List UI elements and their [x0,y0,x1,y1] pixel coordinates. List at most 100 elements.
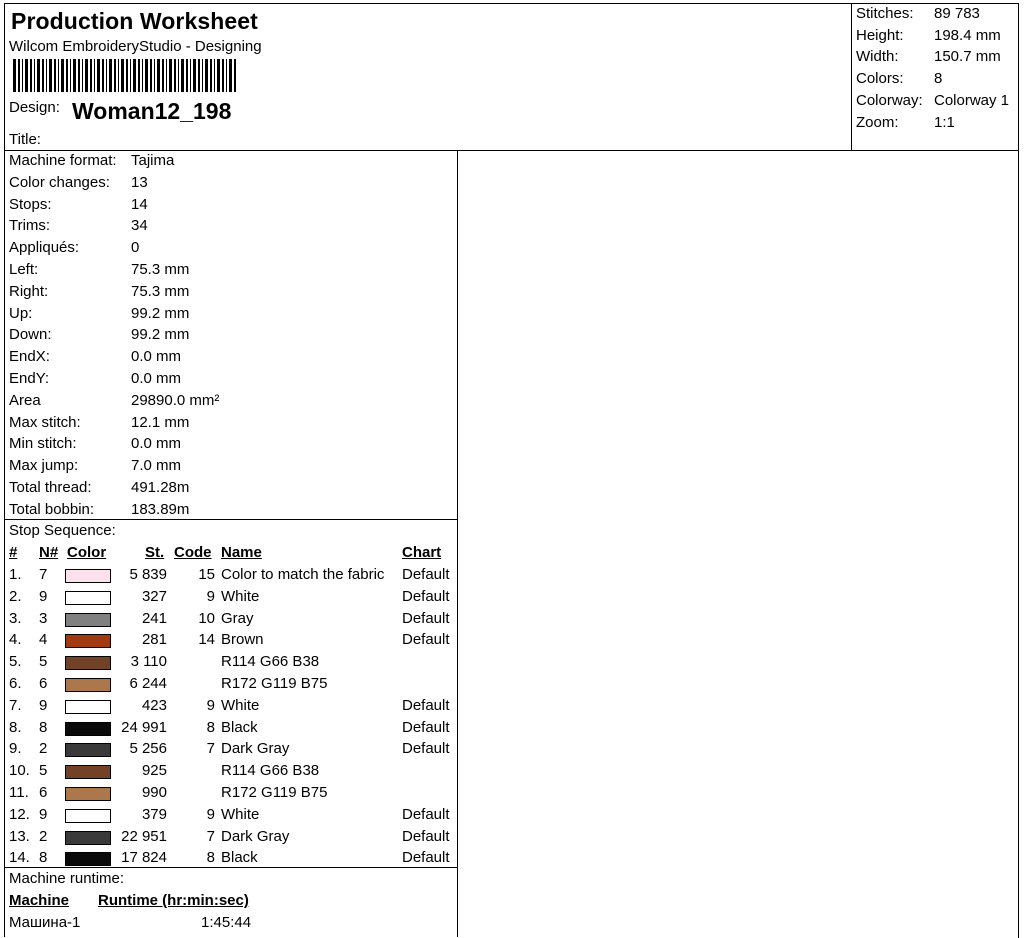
detail-value: Tajima [131,152,175,169]
table-row: 2. 9 327 9 White Default [5,588,459,610]
summary-label: Stitches: [856,5,914,22]
table-row: 4. 4 281 14 Brown Default [5,631,459,653]
row-needle: 5 [39,762,48,780]
summary-label: Height: [856,26,904,44]
row-stitches: 17 824 [121,849,167,867]
detail-label: Min stitch: [9,435,77,453]
design-summary: Stitches: 89 783 Height: 198.4 mm Width: 150.… [851,3,1019,151]
col-header-chart: Chart [402,544,442,561]
table-row: 5. 5 3 110 R114 G66 B38 [5,653,459,675]
col-header-needle: N# [39,544,59,561]
row-name: White [221,587,260,605]
row-stitches: 24 991 [121,718,167,736]
detail-label: EndX: [9,348,50,366]
row-name: Gray [221,609,254,627]
row-needle: 4 [39,631,48,649]
row-stitches: 423 [141,696,167,714]
row-needle: 7 [39,566,48,583]
row-number: 13. [9,827,30,845]
color-swatch [65,699,111,714]
table-row: 6. 6 6 244 R172 G119 B75 [5,675,459,697]
row-stitches: 990 [141,784,167,801]
row-needle: 2 [39,827,48,845]
row-stitches: 925 [141,762,167,780]
row-stitches: 5 256 [129,740,167,758]
machine-details: Machine format: Tajima Color changes: 13 Sto… [4,150,458,520]
row-needle: 5 [39,653,48,671]
row-code: 15 [198,566,215,583]
row-number: 3. [9,609,22,627]
detail-value: 7.0 mm [131,457,182,475]
design-name: Woman12_198 [72,98,232,124]
summary-label: Width: [856,48,899,66]
row-number: 5. [9,653,22,671]
detail-label: Max stitch: [9,413,81,431]
summary-value: 8 [934,70,943,88]
row-number: 1. [9,566,22,583]
machine-runtime: Machine runtime: Machine Runtime (hr:min… [4,867,458,937]
row-code: 9 [206,587,215,605]
barcode-image [13,59,236,92]
row-chart: Default [402,631,450,649]
worksheet-title: Production Worksheet [11,8,258,34]
stop-sequence-title: Stop Sequence: [9,522,116,539]
col-header-stitches: St. [145,544,165,561]
table-row: 13. 2 22 951 7 Dark Gray Default [5,828,459,850]
row-chart: Default [402,740,450,758]
row-needle: 6 [39,675,48,692]
design-label: Design: [9,99,60,116]
row-chart: Default [402,587,450,605]
detail-value: 29890.0 mm² [131,391,220,409]
table-row: 3. 3 241 10 Gray Default [5,610,459,632]
row-needle: 2 [39,740,48,758]
row-needle: 9 [39,696,48,714]
color-swatch [65,765,111,780]
row-chart: Default [402,827,450,845]
row-needle: 8 [39,718,48,736]
runtime-value: 1:45:44 [201,914,252,931]
detail-value: 491.28m [131,479,190,496]
row-number: 9. [9,740,22,758]
row-stitches: 3 110 [130,653,167,671]
runtime-label: Machine runtime: [9,870,125,887]
row-needle: 6 [39,784,48,801]
row-chart: Default [402,849,450,867]
summary-value: 150.7 mm [934,48,1001,66]
row-chart: Default [402,566,450,583]
color-swatch [65,852,111,867]
detail-value: 0 [131,239,140,257]
detail-value: 13 [131,173,148,191]
row-name: Brown [221,631,264,649]
row-number: 10. [9,762,30,780]
detail-value: 99.2 mm [131,304,190,322]
row-chart: Default [402,609,450,627]
row-name: White [221,805,260,823]
summary-value: 89 783 [934,5,980,22]
design-preview-area [457,150,1019,938]
color-swatch [65,787,111,801]
row-chart: Default [402,805,450,823]
summary-value: 198.4 mm [934,26,1001,44]
color-swatch [65,830,111,845]
detail-value: 14 [131,195,148,213]
table-row: 1. 7 5 839 15 Color to match the fabric Defau… [5,566,459,588]
col-header-machine: Machine [9,892,70,909]
detail-value: 34 [131,217,148,235]
worksheet-header: Production Worksheet Wilcom EmbroiderySt… [4,3,852,151]
detail-value: 0.0 mm [131,348,182,366]
row-number: 7. [9,696,22,714]
row-code: 8 [206,849,215,867]
row-code: 14 [198,631,215,649]
detail-label: Trims: [9,217,51,235]
row-stitches: 281 [141,631,167,649]
row-chart: Default [402,718,450,736]
detail-label: Left: [9,261,39,278]
table-row: 10. 5 925 R114 G66 B38 [5,762,459,784]
row-number: 4. [9,631,22,649]
row-stitches: 241 [141,609,167,627]
row-chart: Default [402,696,450,714]
table-row: 12. 9 379 9 White Default [5,806,459,828]
col-header-code: Code [174,544,212,561]
row-number: 11. [9,784,29,801]
detail-value: 75.3 mm [131,261,190,278]
